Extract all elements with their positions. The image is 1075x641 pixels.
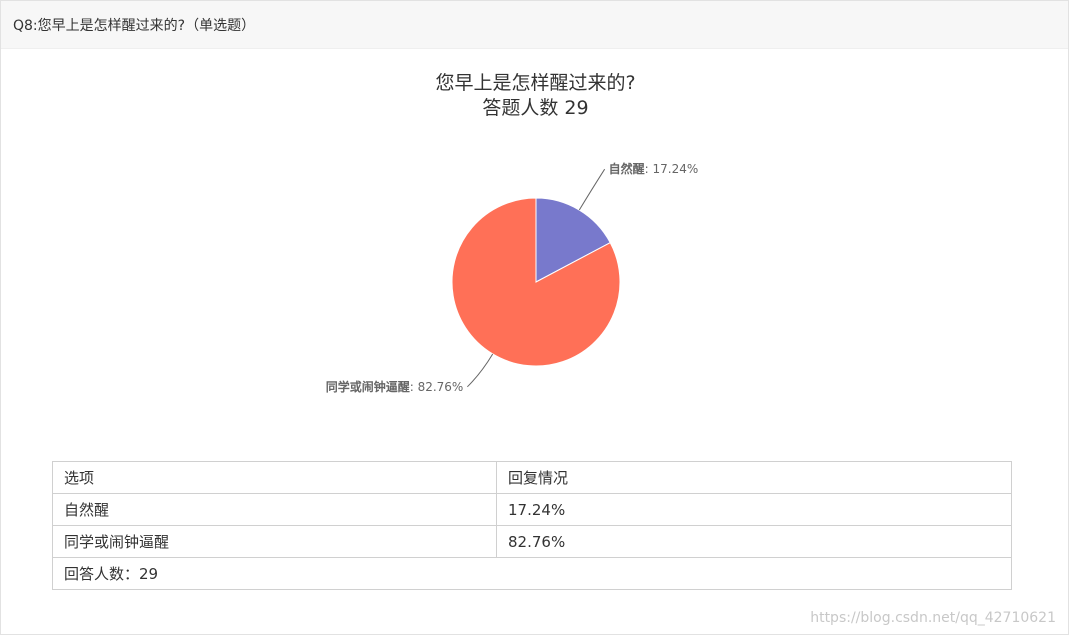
table-cell-option: 自然醒 <box>52 493 497 526</box>
table-header-response: 回复情况 <box>496 461 1012 494</box>
watermark: https://blog.csdn.net/qq_42710621 <box>810 610 1056 626</box>
table-row: 自然醒 17.24% <box>52 493 1012 526</box>
table-cell-option: 同学或闹钟逼醒 <box>52 525 497 558</box>
pie-chart: 自然醒: 17.24% 同学或闹钟逼醒: 82.76% <box>326 161 699 394</box>
table-footer-respondents: 回答人数：29 <box>52 557 1012 590</box>
pie-leader-line <box>467 353 494 388</box>
table-row: 同学或闹钟逼醒 82.76% <box>52 525 1012 558</box>
pie-data-label: 同学或闹钟逼醒: 82.76% <box>326 379 464 394</box>
table-cell-response: 82.76% <box>496 525 1012 558</box>
table-cell-response: 17.24% <box>496 493 1012 526</box>
table-footer-row: 回答人数：29 <box>52 557 1012 590</box>
results-table: 选项 回复情况 自然醒 17.24% 同学或闹钟逼醒 82.76% 回答人数：2… <box>52 461 1012 590</box>
pie-leader-line <box>578 168 606 211</box>
question-card: Q8:您早上是怎样醒过来的?（单选题） 您早上是怎样醒过来的? 答题人数 29 … <box>0 0 1069 635</box>
pie-data-label: 自然醒: 17.24% <box>609 161 699 176</box>
table-header-option: 选项 <box>52 461 497 494</box>
table-header-row: 选项 回复情况 <box>52 461 1012 494</box>
